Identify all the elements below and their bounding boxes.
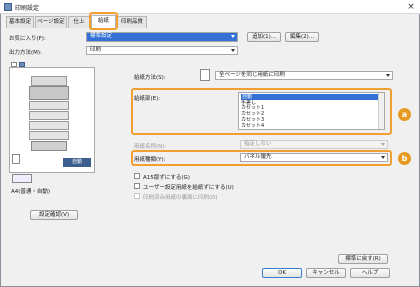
close-icon[interactable]: ×	[406, 2, 416, 12]
paper-source-method-select[interactable]: 全ページを同じ用紙に印刷	[215, 71, 393, 80]
checkbox-user-paper-label: ユーザー設定用紙を給紙ずにする(U)	[143, 185, 234, 191]
paper-source-label: 給紙部(E):	[134, 96, 161, 102]
edit-favorite-button[interactable]: 編集(2)...	[285, 32, 319, 42]
callout-a-badge: a	[398, 108, 411, 121]
ok-button[interactable]: OK	[262, 268, 302, 278]
paper-source-method-value: 全ページを同じ用紙に印刷	[219, 72, 285, 78]
settings-check-button[interactable]: 設定確認(V)	[30, 210, 78, 220]
chevron-down-icon	[386, 74, 390, 77]
paper-drawer	[29, 131, 69, 140]
checkbox-back-side[interactable]	[134, 193, 140, 199]
checkbox-a15[interactable]	[134, 173, 140, 179]
paper-type-label: 用紙種類(Y):	[134, 157, 166, 163]
checkbox-back-side-label: 印刷済み用紙の裏面に印刷(D)	[143, 195, 218, 201]
paper-pages-icon	[200, 69, 210, 81]
title-bar: 印刷設定 ×	[0, 0, 420, 14]
paper-drawer	[29, 101, 69, 110]
output-method-value: 印刷	[90, 47, 102, 53]
favorites-label: お気に入り(F):	[9, 36, 46, 42]
list-item[interactable]: 自動	[241, 94, 381, 100]
add-favorite-button[interactable]: 追加(1)...	[247, 32, 281, 42]
checkbox-a15-label: A15版ずにする(G)	[143, 175, 190, 181]
printer-base	[31, 141, 67, 151]
chevron-down-icon	[231, 49, 235, 52]
list-scrollbar[interactable]	[378, 93, 384, 129]
output-method-label: 出力方法(M):	[9, 50, 42, 56]
active-tab-highlight	[89, 12, 118, 30]
paper-name-label: 用紙名称(N):	[134, 144, 167, 150]
paper-source-method-label: 給紙方法(S):	[134, 75, 166, 81]
list-item[interactable]: カセット4	[241, 123, 264, 129]
paper-type-select[interactable]: バネル優先	[240, 153, 388, 162]
auto-source-label: 自動	[63, 158, 91, 167]
chevron-down-icon	[231, 35, 235, 38]
orientation-icon	[12, 174, 32, 183]
tab-print-quality[interactable]: 印刷品質	[117, 16, 147, 28]
printer-body	[29, 86, 69, 100]
paper-stack-icon	[12, 154, 20, 164]
cancel-button[interactable]: キャンセル	[306, 268, 346, 278]
favorites-select[interactable]: 標準設定	[86, 32, 238, 42]
chevron-down-icon	[381, 156, 385, 159]
output-method-select[interactable]: 印刷	[86, 46, 238, 55]
paper-type-value: バネル優先	[244, 154, 272, 160]
restore-defaults-button[interactable]: 標準に戻す(R)	[338, 254, 388, 264]
help-button[interactable]: ヘルプ	[350, 268, 390, 278]
paper-drawer	[29, 121, 69, 130]
paper-name-select[interactable]: 指定しない	[240, 140, 388, 149]
chevron-down-icon	[381, 143, 385, 146]
checkbox-user-paper[interactable]	[134, 183, 140, 189]
paper-source-list[interactable]: 自動 手差し カセット1 カセット2 カセット3 カセット4	[238, 92, 385, 130]
printer-top-unit	[31, 76, 67, 86]
printer-preview: 自動	[9, 67, 95, 173]
preview-caption: A4(普通・自動)	[11, 189, 51, 195]
paper-name-value: 指定しない	[244, 141, 272, 147]
tab-page-settings[interactable]: ページ設定	[35, 16, 67, 28]
window-title: 印刷設定	[15, 5, 40, 12]
favorites-value: 標準設定	[90, 33, 113, 39]
printer-icon	[4, 3, 12, 11]
paper-drawer	[29, 111, 69, 120]
callout-b-badge: b	[398, 152, 411, 165]
tab-basic-settings[interactable]: 基本設定	[6, 16, 34, 28]
tab-finishing[interactable]: 仕上	[68, 16, 90, 28]
